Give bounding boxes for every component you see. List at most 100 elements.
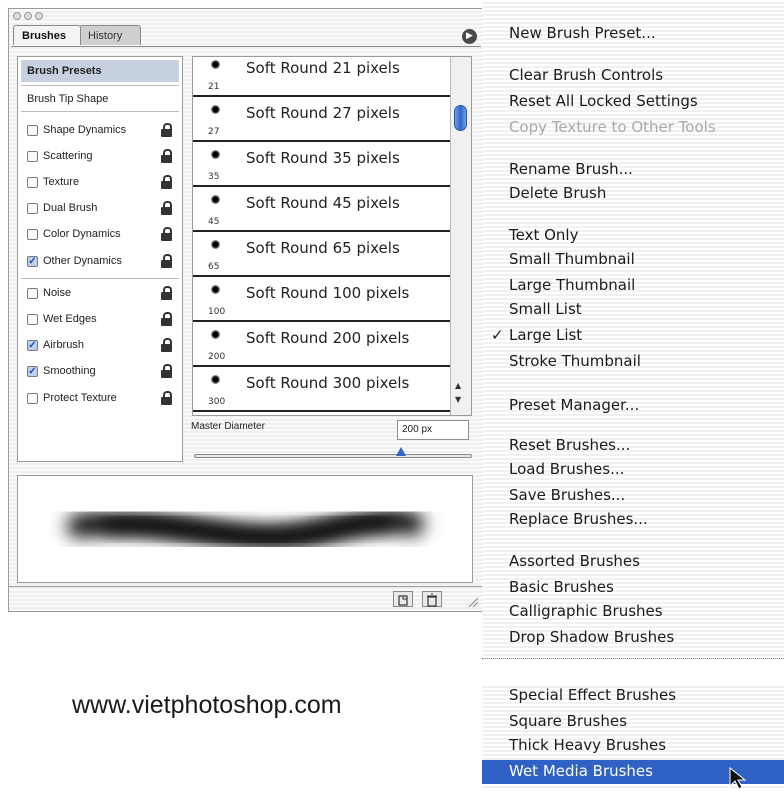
brush-option-row[interactable]: Noise: [27, 285, 178, 303]
lock-icon[interactable]: [161, 338, 172, 352]
menu-item[interactable]: Reset Brushes...: [509, 436, 630, 454]
preset-size: 45: [208, 217, 220, 227]
menu-item[interactable]: Save Brushes...: [509, 486, 625, 504]
brush-option-label: Smoothing: [43, 365, 96, 377]
brush-option-row[interactable]: Shape Dynamics: [27, 122, 178, 140]
brush-option-row[interactable]: Dual Brush: [27, 200, 178, 218]
menu-item[interactable]: Rename Brush...: [509, 160, 633, 178]
lock-icon[interactable]: [161, 254, 172, 268]
checkbox-icon[interactable]: [27, 203, 38, 214]
checkbox-icon[interactable]: [27, 151, 38, 162]
scrollbar-thumb[interactable]: [454, 105, 467, 131]
preset-scrollbar[interactable]: ▲ ▼: [450, 57, 471, 415]
menu-item[interactable]: Large Thumbnail: [509, 276, 635, 294]
preset-row[interactable]: 100 Soft Round 100 pixels: [193, 277, 451, 322]
close-window-button[interactable]: [13, 12, 21, 20]
brush-option-row[interactable]: Color Dynamics: [27, 226, 178, 244]
menu-item[interactable]: Load Brushes...: [509, 460, 624, 478]
brush-option-row[interactable]: Protect Texture: [27, 390, 178, 408]
resize-grip-icon[interactable]: [467, 593, 479, 608]
menu-item[interactable]: Small List: [509, 300, 582, 318]
scroll-down-arrow-icon[interactable]: ▼: [455, 395, 461, 404]
lock-icon[interactable]: [161, 286, 172, 300]
preset-size: 200: [208, 352, 226, 362]
zoom-window-button[interactable]: [35, 12, 43, 20]
menu-item[interactable]: Text Only: [509, 226, 578, 244]
brush-tip-icon: [211, 60, 220, 69]
menu-item[interactable]: Calligraphic Brushes: [509, 602, 663, 620]
brush-option-row[interactable]: ✓ Airbrush: [27, 337, 178, 355]
menu-item[interactable]: Basic Brushes: [509, 578, 614, 596]
brush-tip-icon: [211, 375, 220, 384]
preset-row[interactable]: 21 Soft Round 21 pixels: [193, 57, 451, 97]
minimize-window-button[interactable]: [24, 12, 32, 20]
checked-checkbox-icon[interactable]: ✓: [27, 256, 38, 267]
checkbox-icon[interactable]: [27, 393, 38, 404]
menu-item[interactable]: Square Brushes: [509, 712, 627, 730]
tab-divider: [11, 46, 481, 47]
checkbox-icon[interactable]: [27, 177, 38, 188]
master-diameter-input[interactable]: 200 px: [397, 420, 469, 440]
preset-row[interactable]: 27 Soft Round 27 pixels: [193, 97, 451, 142]
brush-option-row[interactable]: Scattering: [27, 148, 178, 166]
new-brush-button[interactable]: [393, 591, 413, 607]
preset-size: 27: [208, 127, 220, 137]
tab-brushes[interactable]: Brushes: [13, 25, 81, 45]
brush-option-label: Texture: [43, 176, 80, 188]
menu-item[interactable]: Drop Shadow Brushes: [509, 628, 674, 646]
preset-row[interactable]: 35 Soft Round 35 pixels: [193, 142, 451, 187]
lock-icon[interactable]: [161, 391, 172, 405]
preset-row[interactable]: 65 Soft Round 65 pixels: [193, 232, 451, 277]
lock-icon[interactable]: [161, 175, 172, 189]
slider-thumb[interactable]: [396, 447, 406, 456]
menu-item[interactable]: New Brush Preset...: [509, 24, 656, 42]
brush-options-list: Brush Presets Brush Tip Shape Shape Dyna…: [17, 56, 183, 462]
lock-icon[interactable]: [161, 364, 172, 378]
checked-checkbox-icon[interactable]: ✓: [27, 340, 38, 351]
tab-history[interactable]: History: [79, 25, 141, 45]
menu-item[interactable]: Large List: [509, 326, 582, 344]
checked-checkbox-icon[interactable]: ✓: [27, 366, 38, 377]
lock-icon[interactable]: [161, 312, 172, 326]
menu-item[interactable]: Wet Media Brushes: [509, 762, 653, 780]
lock-icon[interactable]: [161, 201, 172, 215]
divider: [21, 111, 179, 112]
menu-item[interactable]: Special Effect Brushes: [509, 686, 676, 704]
menu-item[interactable]: Assorted Brushes: [509, 552, 640, 570]
lock-icon[interactable]: [161, 123, 172, 137]
brush-presets-item[interactable]: Brush Presets: [21, 60, 179, 82]
scroll-up-arrow-icon[interactable]: ▲: [455, 381, 461, 390]
brush-option-row[interactable]: Texture: [27, 174, 178, 192]
brush-option-row[interactable]: Wet Edges: [27, 311, 178, 329]
preset-size: 300: [208, 397, 226, 407]
preset-row[interactable]: 300 Soft Round 300 pixels: [193, 367, 451, 412]
checkbox-icon[interactable]: [27, 288, 38, 299]
checkbox-icon[interactable]: [27, 229, 38, 240]
menu-item[interactable]: Preset Manager...: [509, 396, 639, 414]
preset-row[interactable]: 200 Soft Round 200 pixels: [193, 322, 451, 367]
preset-name: Soft Round 27 pixels: [246, 104, 400, 122]
delete-brush-button[interactable]: [422, 591, 442, 607]
menu-item[interactable]: Stroke Thumbnail: [509, 352, 641, 370]
master-diameter-slider[interactable]: [194, 454, 472, 458]
brush-tip-icon: [211, 105, 220, 114]
checkbox-icon[interactable]: [27, 125, 38, 136]
preset-row[interactable]: 45 Soft Round 45 pixels: [193, 187, 451, 232]
palette-menu-button[interactable]: ▶: [462, 29, 477, 44]
menu-item[interactable]: Small Thumbnail: [509, 250, 635, 268]
menu-item[interactable]: Reset All Locked Settings: [509, 92, 698, 110]
menu-item[interactable]: Thick Heavy Brushes: [509, 736, 666, 754]
menu-item[interactable]: Replace Brushes...: [509, 510, 648, 528]
lock-icon[interactable]: [161, 149, 172, 163]
brush-option-row[interactable]: ✓ Other Dynamics: [27, 253, 178, 271]
menu-item[interactable]: Copy Texture to Other Tools: [509, 118, 716, 136]
palette-bottom-bar: [9, 586, 483, 611]
checkbox-icon[interactable]: [27, 314, 38, 325]
brush-tip-shape-item[interactable]: Brush Tip Shape: [27, 93, 108, 105]
brush-preset-list: 21 Soft Round 21 pixels 27 Soft Round 27 pi…: [192, 56, 472, 416]
menu-item[interactable]: Clear Brush Controls: [509, 66, 663, 84]
brush-option-row[interactable]: ✓ Smoothing: [27, 363, 178, 381]
lock-icon[interactable]: [161, 227, 172, 241]
triangle-right-icon: ▶: [466, 31, 473, 41]
menu-item[interactable]: Delete Brush: [509, 184, 606, 202]
